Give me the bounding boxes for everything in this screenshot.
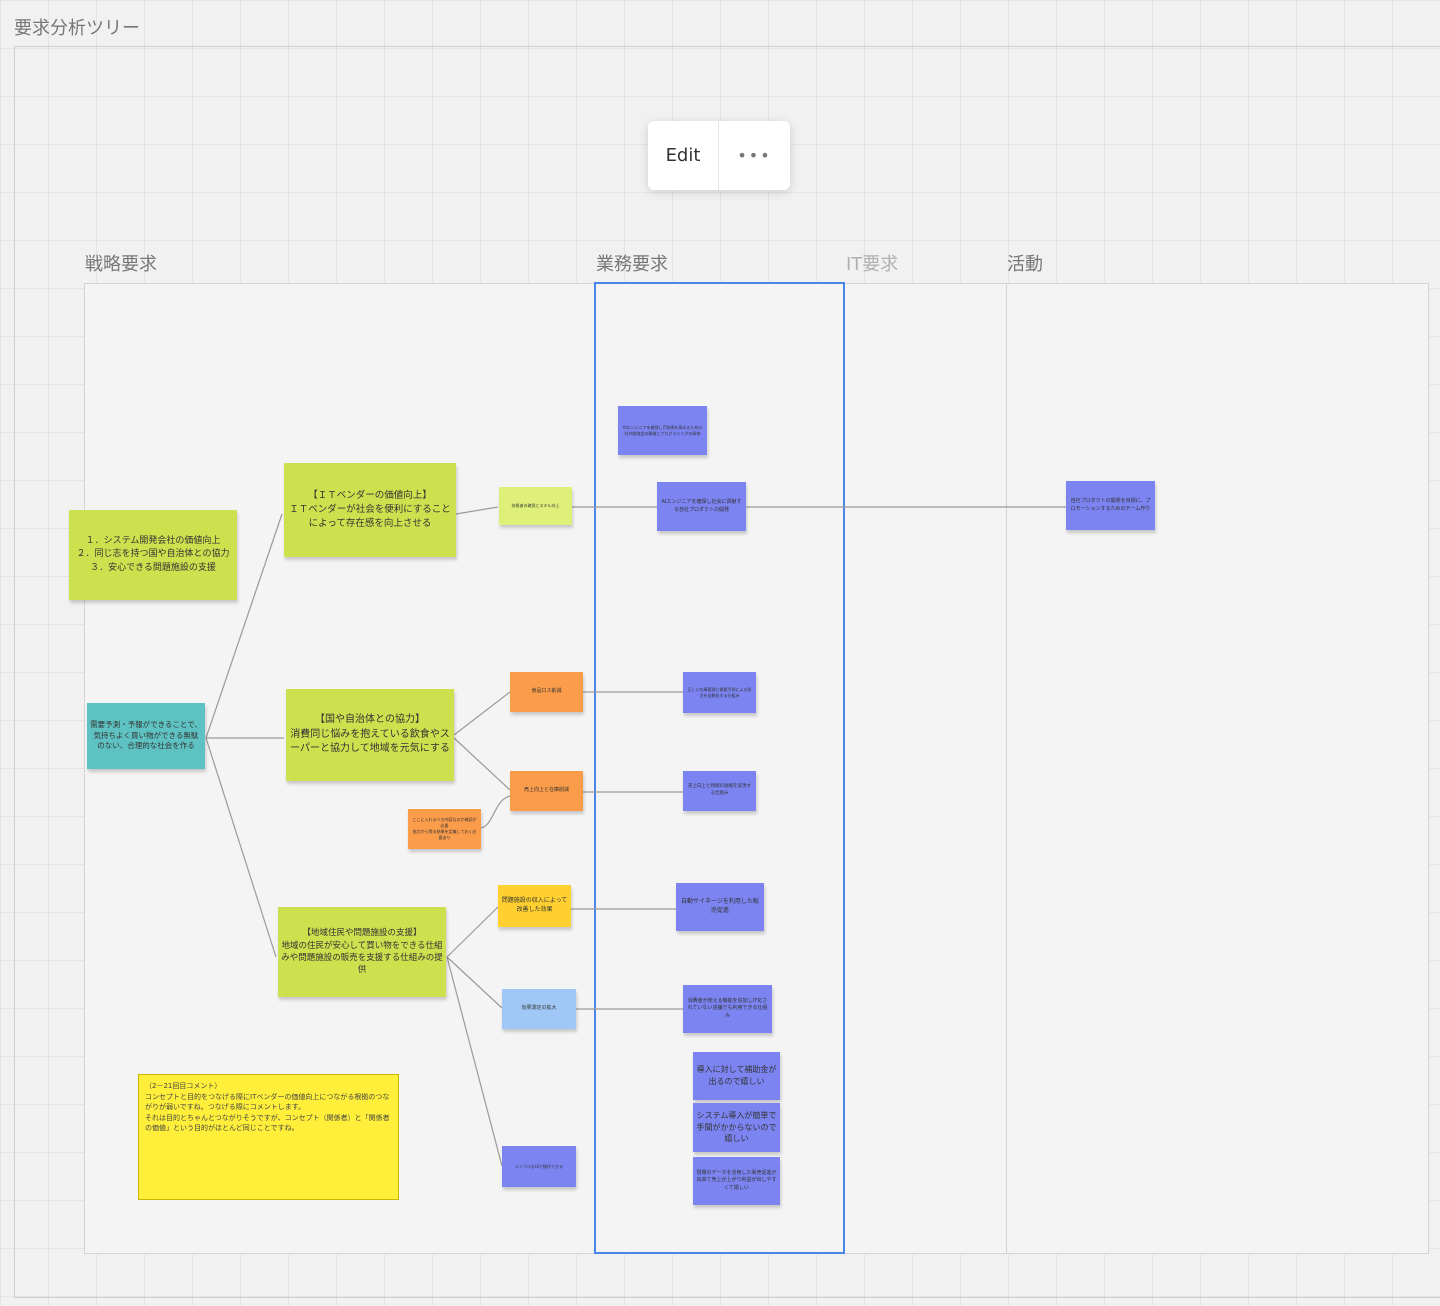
sticky-branch-vendor[interactable]: 【ＩＴベンダーの価値向上】 ＩＴベンダーが社会を便利にすることによって存在感を向… [284,463,456,557]
more-options-icon[interactable]: ••• [719,121,790,190]
sticky-business-9[interactable]: 現場のデータを活用した販売促進が出来て売上が上がり利益が出しやすくて嬉しい [693,1157,780,1205]
sticky-business-4[interactable]: 売上向上と時間の短縮を実現する仕組み [683,771,756,811]
column-header-activity: 活動 [1007,254,1043,275]
edit-button[interactable]: Edit [648,121,719,190]
column-header-business: 業務要求 [596,254,668,275]
sticky-branch-gov[interactable]: 【国や自治体との協力】 消費同じ悩みを抱えている飲食やスーパーと協力して地域を元… [286,689,454,781]
sticky-business-3[interactable]: 正しい在庫管理と需要予測による発注を自動化する仕組み [683,672,756,713]
sticky-local-sub3[interactable]: シンプルなUIで操作できる [502,1146,576,1187]
sticky-branch-local[interactable]: 【地域住民や問題施設の支援】 地域の住民が安心して買い物をできる仕組みや問題施設… [278,907,446,997]
sticky-goals[interactable]: １．システム開発会社の価値向上 ２．同じ志を持つ国や自治体との協力 ３．安心でき… [69,510,237,600]
column-header-it: IT要求 [846,254,899,275]
sticky-gov-sub2[interactable]: 売上向上と在庫削減 [510,771,583,811]
sticky-business-1[interactable]: AIエンジニアを確保しIT技術を高めるための社内勉強会の開催とプログラミングの研… [618,406,707,455]
sticky-business-6[interactable]: 消費者が使える機能を追加しIT化されていない店舗でも利用できる仕組み [683,985,772,1033]
sticky-gov-note[interactable]: ここに入れるべき内容なのか確認が必要 協力から得る結果を定義しておく必要あり [408,809,481,849]
sticky-business-2[interactable]: AIエンジニアを確保し社会に貢献する自社プロダクトの開発 [657,482,746,531]
floating-toolbar: Edit ••• [648,121,790,190]
sticky-root-concept[interactable]: 需要予測・予報ができることで、気持ちよく買い物ができる無駄のない、合理的な社会を… [87,703,205,769]
sticky-business-8[interactable]: システム導入が簡単で手間がかからないので嬉しい [693,1103,780,1152]
sticky-vendor-sub[interactable]: 技術者の確保とスキル向上 [499,487,572,525]
sticky-activity-1[interactable]: 自社プロダクトの開発を目標に、プロモーションするためのチーム作り [1066,481,1155,530]
board-title: 要求分析ツリー [14,18,140,39]
sticky-business-5[interactable]: 自動サイネージを利用した販売促進 [676,883,764,931]
sticky-business-7[interactable]: 導入に対して補助金が出るので嬉しい [693,1052,780,1100]
column-header-strategic: 戦略要求 [85,254,157,275]
sticky-local-sub1[interactable]: 問題施設の収入によって改善した効果 [498,885,571,927]
activity-panel[interactable] [1006,283,1429,1254]
sticky-local-sub2[interactable]: 効果測定の拡大 [502,989,576,1029]
comment-note[interactable]: （2－21回目コメント） コンセプトと目的をつなげる際にITベンダーの価値向上に… [138,1074,399,1200]
sticky-gov-sub1[interactable]: 食品ロス削減 [510,672,583,712]
